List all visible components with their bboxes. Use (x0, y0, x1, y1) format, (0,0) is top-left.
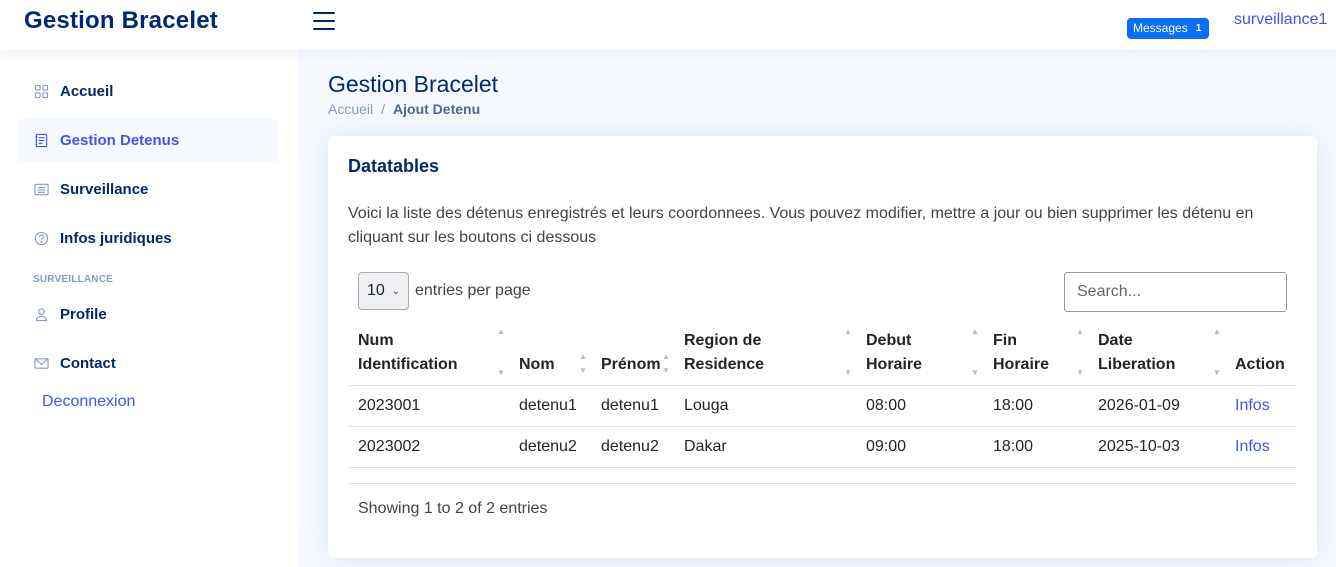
infos-link[interactable]: Infos (1235, 438, 1270, 455)
table-cell: 09:00 (856, 426, 983, 468)
table-cell: Dakar (674, 426, 856, 468)
table-header-row: Num Identification ▲ ▼ Nom ▲ ▼ Prénom ▲ ▼ Regio… (348, 320, 1297, 386)
sidebar: Accueil Gestion Detenus Surveillance Inf… (0, 50, 298, 567)
sidebar-item-label: Contact (60, 355, 116, 372)
column-header-date-liberation[interactable]: Date Liberation ▲ ▼ (1088, 320, 1225, 386)
table-cell-action: Infos (1225, 385, 1297, 427)
table-cell: 2023002 (348, 426, 509, 468)
column-header-nom[interactable]: Nom ▲ ▼ (509, 320, 591, 386)
table-cell: 18:00 (983, 385, 1088, 427)
table-cell: 08:00 (856, 385, 983, 427)
table-cell: detenu2 (591, 426, 674, 468)
envelope-icon (33, 356, 49, 372)
entries-per-page: 10 ⌄ entries per page (358, 272, 531, 310)
sort-icon: ▲ ▼ (579, 351, 587, 375)
column-header-prenom[interactable]: Prénom ▲ ▼ (591, 320, 674, 386)
sort-icon: ▲ ▼ (1213, 327, 1221, 377)
table-cell: detenu1 (509, 385, 591, 427)
infos-link[interactable]: Infos (1235, 397, 1270, 414)
messages-badge[interactable]: Messages 1 (1127, 18, 1210, 39)
person-icon (33, 307, 49, 323)
sort-icon: ▲ ▼ (662, 351, 670, 375)
table-cell-action: Infos (1225, 426, 1297, 468)
sidebar-item-accueil[interactable]: Accueil (18, 70, 278, 113)
column-header-num-identification[interactable]: Num Identification ▲ ▼ (348, 320, 509, 386)
sort-icon: ▲ ▼ (1076, 327, 1084, 377)
top-header: Gestion Bracelet Messages 1 surveillance… (0, 0, 1336, 50)
sort-icon: ▲ ▼ (844, 327, 852, 377)
menu-toggle-icon[interactable] (313, 12, 335, 30)
sort-icon: ▲ ▼ (497, 327, 505, 377)
card-title: Datatables (348, 156, 440, 176)
sidebar-item-surveillance[interactable]: Surveillance (18, 168, 278, 211)
table-cell: 2026-01-09 (1088, 385, 1225, 427)
journal-icon (33, 133, 49, 149)
list-card-icon (33, 182, 49, 198)
sidebar-item-contact[interactable]: Contact (18, 342, 278, 385)
app-logo[interactable]: Gestion Bracelet (24, 7, 218, 35)
entries-select[interactable]: 10 ⌄ (358, 272, 409, 310)
entries-select-value: 10 (367, 282, 385, 299)
sidebar-section-heading: SURVEILLANCE (33, 274, 114, 285)
entries-label: entries per page (415, 282, 531, 299)
sort-icon: ▲ ▼ (971, 327, 979, 377)
column-header-region-residence[interactable]: Region de Residence ▲ ▼ (674, 320, 856, 386)
table-info-text: Showing 1 to 2 of 2 entries (358, 500, 548, 517)
table-cell: 2023001 (348, 385, 509, 427)
breadcrumb-separator: / (381, 101, 386, 117)
chevron-down-icon: ⌄ (391, 285, 400, 297)
table-cell: Louga (674, 385, 856, 427)
breadcrumb-home-link[interactable]: Accueil (328, 101, 373, 117)
grid-icon (33, 84, 49, 100)
sidebar-item-label: Surveillance (60, 181, 149, 198)
table-divider (348, 483, 1297, 484)
table-cell: detenu1 (591, 385, 674, 427)
column-header-debut-horaire[interactable]: Debut Horaire ▲ ▼ (856, 320, 983, 386)
table-row: 2023001 detenu1 detenu1 Louga 08:00 18:0… (348, 385, 1297, 427)
search-input[interactable] (1064, 272, 1287, 312)
table-cell: detenu2 (509, 426, 591, 468)
sidebar-item-label: Profile (60, 306, 107, 323)
user-menu-link[interactable]: surveillance1 (1234, 11, 1327, 29)
messages-label: Messages (1133, 21, 1188, 35)
sidebar-item-profile[interactable]: Profile (18, 293, 278, 336)
breadcrumb-current: Ajout Detenu (393, 101, 481, 117)
sidebar-item-label: Gestion Detenus (60, 132, 180, 149)
messages-count: 1 (1195, 23, 1202, 34)
card-description: Voici la liste des détenus enregistrés e… (348, 205, 1254, 246)
table-cell: 2025-10-03 (1088, 426, 1225, 468)
question-circle-icon (33, 231, 49, 247)
datatable-card: Datatables Voici la liste des détenus en… (328, 136, 1317, 558)
column-header-fin-horaire[interactable]: Fin Horaire ▲ ▼ (983, 320, 1088, 386)
logout-link[interactable]: Deconnexion (42, 393, 135, 411)
detainees-table: Num Identification ▲ ▼ Nom ▲ ▼ Prénom ▲ ▼ Regio… (348, 320, 1297, 468)
sidebar-item-infos-juridiques[interactable]: Infos juridiques (18, 217, 278, 260)
sidebar-item-gestion-detenus[interactable]: Gestion Detenus (18, 119, 278, 162)
sidebar-item-label: Infos juridiques (60, 230, 172, 247)
table-cell: 18:00 (983, 426, 1088, 468)
sidebar-item-label: Accueil (60, 83, 114, 100)
page-title: Gestion Bracelet (328, 71, 499, 97)
table-row: 2023002 detenu2 detenu2 Dakar 09:00 18:0… (348, 426, 1297, 468)
column-header-action: Action (1225, 320, 1297, 386)
breadcrumb: Accueil / Ajout Detenu (328, 101, 480, 117)
